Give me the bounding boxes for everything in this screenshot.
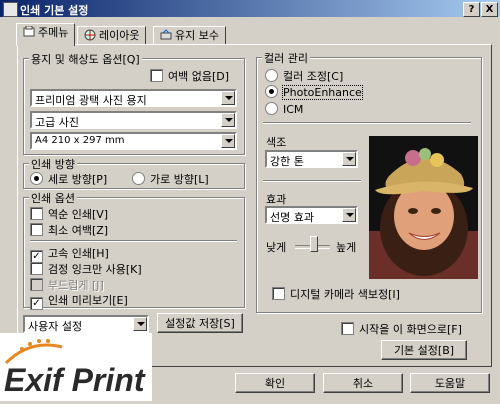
color-management-group-label: 컬러 관리 <box>262 50 310 66</box>
orientation-group-label: 인쇄 방향 <box>29 156 77 172</box>
save-settings-button[interactable]: 설정값 저장[S] <box>157 313 243 333</box>
options-divider <box>30 240 237 242</box>
landscape-radio[interactable]: 가로 방향[L] <box>132 171 209 187</box>
borderless-box[interactable] <box>150 69 163 82</box>
color-divider <box>263 122 471 124</box>
sharpness-high-label: 높게 <box>336 241 357 254</box>
preset-select[interactable]: 사용자 설정 <box>23 315 149 333</box>
black-ink-only-checkbox[interactable]: 검정 잉크만 사용[K] <box>30 261 142 277</box>
ok-button[interactable]: 확인 <box>235 373 315 393</box>
preview-image <box>369 136 478 279</box>
chevron-down-icon[interactable] <box>221 91 235 105</box>
media-type-select[interactable]: 프리미엄 광택 사진 용지 <box>30 89 237 107</box>
chevron-down-icon[interactable] <box>133 317 147 331</box>
digital-camera-correction-checkbox[interactable]: 디지털 카메라 색보정[I] <box>272 286 400 302</box>
maintenance-icon <box>160 29 172 41</box>
chevron-down-icon[interactable] <box>342 208 356 222</box>
smoothing-checkbox: 부드럽게 [J] <box>30 277 104 293</box>
photoenhance-radio[interactable]: PhotoEnhance <box>265 85 363 100</box>
sharpness-slider-thumb[interactable] <box>310 236 318 252</box>
svg-text:Exif Print: Exif Print <box>4 362 146 398</box>
help-button[interactable]: ? <box>463 2 480 17</box>
icm-radio[interactable]: ICM <box>265 102 303 116</box>
tab-layout[interactable]: 레이아웃 <box>77 26 147 45</box>
tone-select[interactable]: 강한 톤 <box>265 150 358 168</box>
printer-icon <box>3 2 18 17</box>
reverse-print-checkbox[interactable]: 역순 인쇄[V] <box>30 206 108 222</box>
cancel-button[interactable]: 취소 <box>323 373 403 393</box>
tone-label: 색조 <box>266 136 287 149</box>
color-adjust-radio[interactable]: 컬러 조정[C] <box>265 68 343 84</box>
exif-print-logo: Exif Print <box>0 333 152 401</box>
borderless-checkbox[interactable]: 여백 없음[D] <box>150 68 229 84</box>
minimum-margin-checkbox[interactable]: 최소 여백[Z] <box>30 222 108 238</box>
print-preview-checkbox[interactable]: ✓ 인쇄 미리보기[E] <box>30 292 128 310</box>
quality-select[interactable]: 고급 사진 <box>30 111 237 129</box>
tab-maintenance[interactable]: 유지 보수 <box>153 26 226 45</box>
chevron-down-icon[interactable] <box>221 113 235 127</box>
layout-icon <box>84 29 96 41</box>
portrait-radio[interactable]: 세로 방향[P] <box>30 171 107 187</box>
paper-group-label: 용지 및 해상도 옵션[Q] <box>29 51 142 67</box>
main-menu-icon <box>23 25 35 38</box>
tone-divider <box>263 180 361 182</box>
help-dialog-button[interactable]: 도움말 <box>410 373 490 393</box>
window-title: 인쇄 기본 설정 <box>20 4 89 17</box>
paper-size-select[interactable]: A4 210 x 297 mm <box>30 132 237 150</box>
tab-main-menu[interactable]: 주메뉴 <box>16 23 76 46</box>
effect-label: 효과 <box>266 193 287 206</box>
sharpness-low-label: 낮게 <box>266 241 287 254</box>
print-options-group-label: 인쇄 옵션 <box>29 190 77 206</box>
restore-defaults-button[interactable]: 기본 설정[B] <box>381 340 467 360</box>
chevron-down-icon[interactable] <box>221 134 235 148</box>
close-button[interactable]: X <box>481 2 498 17</box>
start-screen-checkbox[interactable]: 시작을 이 화면으로[F] <box>341 321 462 337</box>
title-bar: 인쇄 기본 설정 ? X <box>0 0 500 17</box>
chevron-down-icon[interactable] <box>342 152 356 166</box>
effect-select[interactable]: 선명 효과 <box>265 206 358 224</box>
